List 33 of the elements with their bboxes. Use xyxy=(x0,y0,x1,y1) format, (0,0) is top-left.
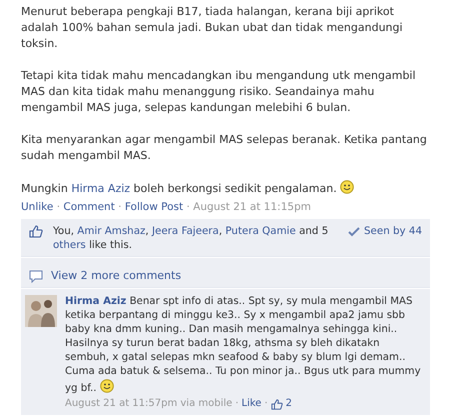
action-link[interactable]: Unlike xyxy=(21,201,54,213)
name-link[interactable]: Putera Qamie xyxy=(225,225,296,237)
name-link[interactable]: Amir Amshaz xyxy=(77,225,146,237)
action-link[interactable]: Follow Post xyxy=(124,201,184,213)
like-link[interactable]: Like xyxy=(242,397,262,411)
name-link[interactable]: Hirma Aziz xyxy=(71,182,130,195)
view-more-link[interactable]: View 2 more comments xyxy=(51,268,182,284)
comment-text: Hirma Aziz Benar spt info di atas.. Spt sy, sy mula mengambil MAS ketika berpantang di minggu ke3.. Sy x mengambil apa2 jamu sbb baby kna dmm kuning.. Dan masih mengamalnya sehingga kini.. Hasilnya sy turun berat badan 18kg, athsma sy bleh dikatakn sembuh, x gatal selepas mkn seafood & baby sy blum lgi demam.. Cuma ada batuk & selsema.. Tu pon minor ja.. Bgus utk para mummy yg bf.. xyxy=(65,295,422,396)
separator: · xyxy=(186,201,190,213)
post-paragraph: Mungkin Hirma Aziz boleh berkongsi sedikit pengalaman. xyxy=(21,180,433,197)
name-link[interactable]: others xyxy=(53,239,86,251)
comment-icon xyxy=(29,270,43,282)
separator: · xyxy=(264,397,268,411)
thumbs-up-icon xyxy=(270,398,283,410)
avatar xyxy=(25,295,57,327)
post-paragraph: Menurut beberapa pengkaji B17, tiada halangan, kerana biji aprikot adalah 100% bahan semula jadi. Bukan ubat dan tidak mengandungi toksin. xyxy=(21,4,404,52)
post-paragraph: Kita menyarankan agar mengambil MAS selepas beranak. Ketika pantang sudah mengambil MAS. xyxy=(21,132,428,164)
likes-text: You, Amir Amshaz, Jeera Fajeera, Putera Qamie and 5 others like this. xyxy=(53,224,330,252)
comment-timestamp: August 21 at 11:57pm via mobile xyxy=(65,397,232,411)
separator: · xyxy=(235,397,238,411)
post-paragraph: Tetapi kita tidak mahu mencadangkan ibu mengandung utk mengambil MAS dan kita tidak mahu menanggung risiko. Seandainya mahu mengambil MAS juga, selepas kandungan melebihi 6 bulan. xyxy=(21,68,417,116)
smiley-icon xyxy=(100,379,114,393)
separator: · xyxy=(118,201,122,213)
like-count[interactable]: 2 xyxy=(286,397,292,411)
author-link[interactable]: Hirma Aziz xyxy=(65,296,126,307)
thumbs-up-icon xyxy=(29,225,43,238)
checkmark-icon xyxy=(348,227,360,237)
seen-count[interactable]: Seen by 44 xyxy=(364,224,422,238)
action-link[interactable]: Comment xyxy=(63,201,115,213)
separator: · xyxy=(56,201,60,213)
name-link[interactable]: Jeera Fajeera xyxy=(152,225,219,237)
post-timestamp: August 21 at 11:15pm xyxy=(193,201,311,213)
smiley-icon xyxy=(340,180,354,194)
